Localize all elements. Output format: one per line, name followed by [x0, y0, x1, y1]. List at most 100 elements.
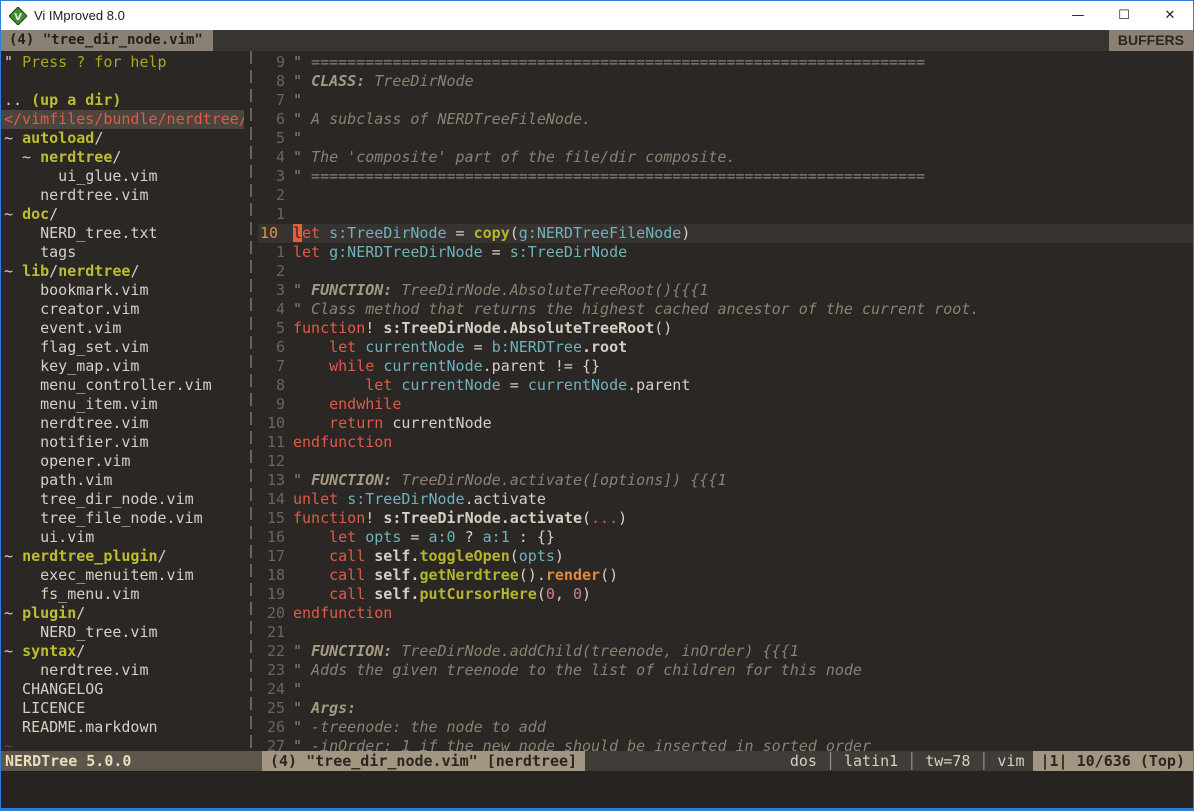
- line-number: 9: [258, 53, 285, 72]
- tree-file[interactable]: NERD_tree.vim: [1, 623, 244, 642]
- code-line[interactable]: 3" FUNCTION: TreeDirNode.AbsoluteTreeRoo…: [258, 281, 1193, 300]
- tree-file[interactable]: bookmark.vim: [1, 281, 244, 300]
- line-text: [293, 452, 1193, 471]
- code-line[interactable]: 15function! s:TreeDirNode.activate(...): [258, 509, 1193, 528]
- code-line[interactable]: 1: [258, 205, 1193, 224]
- tree-file[interactable]: tags: [1, 243, 244, 262]
- tree-file[interactable]: tree_file_node.vim: [1, 509, 244, 528]
- tree-root[interactable]: </vimfiles/bundle/nerdtree/: [1, 110, 244, 129]
- line-text: " Adds the given treenode to the list of…: [293, 661, 1193, 680]
- line-text: key_map.vim: [4, 357, 139, 375]
- code-line[interactable]: 16 let opts = a:0 ? a:1 : {}: [258, 528, 1193, 547]
- line-number: 22: [258, 642, 285, 661]
- code-line[interactable]: 7": [258, 91, 1193, 110]
- code-line[interactable]: 5function! s:TreeDirNode.AbsoluteTreeRoo…: [258, 319, 1193, 338]
- code-line[interactable]: 2: [258, 262, 1193, 281]
- tree-file[interactable]: LICENCE: [1, 699, 244, 718]
- code-line[interactable]: 27" -inOrder: 1 if the new node should b…: [258, 737, 1193, 751]
- tree-item[interactable]: [1, 72, 244, 91]
- tree-file[interactable]: path.vim: [1, 471, 244, 490]
- tree-file[interactable]: README.markdown: [1, 718, 244, 737]
- tree-dir-nerdtree[interactable]: ~ nerdtree/: [1, 148, 244, 167]
- command-line[interactable]: [1, 771, 1193, 808]
- line-text: endfunction: [293, 604, 1193, 623]
- tab-bar: (4) "tree_dir_node.vim" BUFFERS: [1, 30, 1193, 51]
- tab-bar-fill: [213, 30, 1109, 51]
- tree-dir-nerdtree-plugin[interactable]: ~ nerdtree_plugin/: [1, 547, 244, 566]
- tree-file[interactable]: opener.vim: [1, 452, 244, 471]
- tree-file[interactable]: fs_menu.vim: [1, 585, 244, 604]
- tab-tree-dir-node[interactable]: (4) "tree_dir_node.vim": [1, 30, 213, 51]
- tree-file[interactable]: tree_dir_node.vim: [1, 490, 244, 509]
- code-line[interactable]: 13" FUNCTION: TreeDirNode.activate([opti…: [258, 471, 1193, 490]
- code-line[interactable]: 24": [258, 680, 1193, 699]
- code-line[interactable]: 12: [258, 452, 1193, 471]
- line-text: ~ nerdtree_plugin/: [4, 547, 167, 565]
- tree-file[interactable]: menu_item.vim: [1, 395, 244, 414]
- code-line[interactable]: 4" Class method that returns the highest…: [258, 300, 1193, 319]
- tree-file[interactable]: ui.vim: [1, 528, 244, 547]
- tree-file[interactable]: notifier.vim: [1, 433, 244, 452]
- code-line[interactable]: 19 call self.putCursorHere(0, 0): [258, 585, 1193, 604]
- tree-file[interactable]: NERD_tree.txt: [1, 224, 244, 243]
- current-line[interactable]: 10let s:TreeDirNode = copy(g:NERDTreeFil…: [258, 224, 1193, 243]
- code-line[interactable]: 14unlet s:TreeDirNode.activate: [258, 490, 1193, 509]
- code-line[interactable]: 21: [258, 623, 1193, 642]
- tree-dir-syntax[interactable]: ~ syntax/: [1, 642, 244, 661]
- code-line[interactable]: 10 return currentNode: [258, 414, 1193, 433]
- window-split-separator[interactable]: [244, 51, 258, 751]
- tree-help[interactable]: " Press ? for help: [1, 53, 244, 72]
- maximize-button[interactable]: ☐: [1101, 1, 1147, 30]
- tree-file[interactable]: creator.vim: [1, 300, 244, 319]
- tree-file[interactable]: nerdtree.vim: [1, 414, 244, 433]
- close-button[interactable]: ✕: [1147, 1, 1193, 30]
- line-text: bookmark.vim: [4, 281, 149, 299]
- tree-file[interactable]: ui_glue.vim: [1, 167, 244, 186]
- code-line[interactable]: 7 while currentNode.parent != {}: [258, 357, 1193, 376]
- code-line[interactable]: 2: [258, 186, 1193, 205]
- tree-file[interactable]: event.vim: [1, 319, 244, 338]
- tree-file[interactable]: nerdtree.vim: [1, 186, 244, 205]
- tree-file[interactable]: CHANGELOG: [1, 680, 244, 699]
- code-line[interactable]: 8 let currentNode = currentNode.parent: [258, 376, 1193, 395]
- code-line[interactable]: 20 endfunction: [258, 604, 1193, 623]
- code-line[interactable]: 22" FUNCTION: TreeDirNode.addChild(treen…: [258, 642, 1193, 661]
- code-line[interactable]: 17 call self.toggleOpen(opts): [258, 547, 1193, 566]
- code-line[interactable]: 5": [258, 129, 1193, 148]
- tree-dir-lib-nerdtree[interactable]: ~ lib/nerdtree/: [1, 262, 244, 281]
- tree-file[interactable]: menu_controller.vim: [1, 376, 244, 395]
- line-text: " FUNCTION: TreeDirNode.AbsoluteTreeRoot…: [293, 281, 1193, 300]
- code-line[interactable]: 18 call self.getNerdtree().render(): [258, 566, 1193, 585]
- line-text: return currentNode: [293, 414, 1193, 433]
- line-text: let currentNode = b:NERDTree.root: [293, 338, 1193, 357]
- minimize-button[interactable]: —: [1055, 1, 1101, 30]
- tree-dir-autoload[interactable]: ~ autoload/: [1, 129, 244, 148]
- code-line[interactable]: 9 endwhile: [258, 395, 1193, 414]
- line-number: 9: [258, 395, 285, 414]
- line-number: 6: [258, 338, 285, 357]
- code-line[interactable]: 4" The 'composite' part of the file/dir …: [258, 148, 1193, 167]
- code-line[interactable]: 25" Args:: [258, 699, 1193, 718]
- status-bar: NERDTree 5.0.0 (4) "tree_dir_node.vim" […: [1, 751, 1193, 771]
- line-number: 20: [258, 604, 285, 623]
- tree-dir-doc[interactable]: ~ doc/: [1, 205, 244, 224]
- code-line[interactable]: 6 let currentNode = b:NERDTree.root: [258, 338, 1193, 357]
- buffers-label[interactable]: BUFFERS: [1109, 30, 1193, 51]
- tree-file[interactable]: key_map.vim: [1, 357, 244, 376]
- tree-file[interactable]: exec_menuitem.vim: [1, 566, 244, 585]
- tree-file[interactable]: nerdtree.vim: [1, 661, 244, 680]
- code-line[interactable]: 9" =====================================…: [258, 53, 1193, 72]
- code-line[interactable]: 3" =====================================…: [258, 167, 1193, 186]
- tree-up-dir[interactable]: .. (up a dir): [1, 91, 244, 110]
- code-line[interactable]: 1let g:NERDTreeDirNode = s:TreeDirNode: [258, 243, 1193, 262]
- tree-file[interactable]: flag_set.vim: [1, 338, 244, 357]
- line-text: function! s:TreeDirNode.AbsoluteTreeRoot…: [293, 319, 1193, 338]
- code-line[interactable]: 8" CLASS: TreeDirNode: [258, 72, 1193, 91]
- code-line[interactable]: 23" Adds the given treenode to the list …: [258, 661, 1193, 680]
- code-line[interactable]: 26" -treenode: the node to add: [258, 718, 1193, 737]
- code-line[interactable]: 11endfunction: [258, 433, 1193, 452]
- code-line[interactable]: 6" A subclass of NERDTreeFileNode.: [258, 110, 1193, 129]
- empty-line-tilde[interactable]: ~: [1, 737, 244, 751]
- line-number: 21: [258, 623, 285, 642]
- tree-dir-plugin[interactable]: ~ plugin/: [1, 604, 244, 623]
